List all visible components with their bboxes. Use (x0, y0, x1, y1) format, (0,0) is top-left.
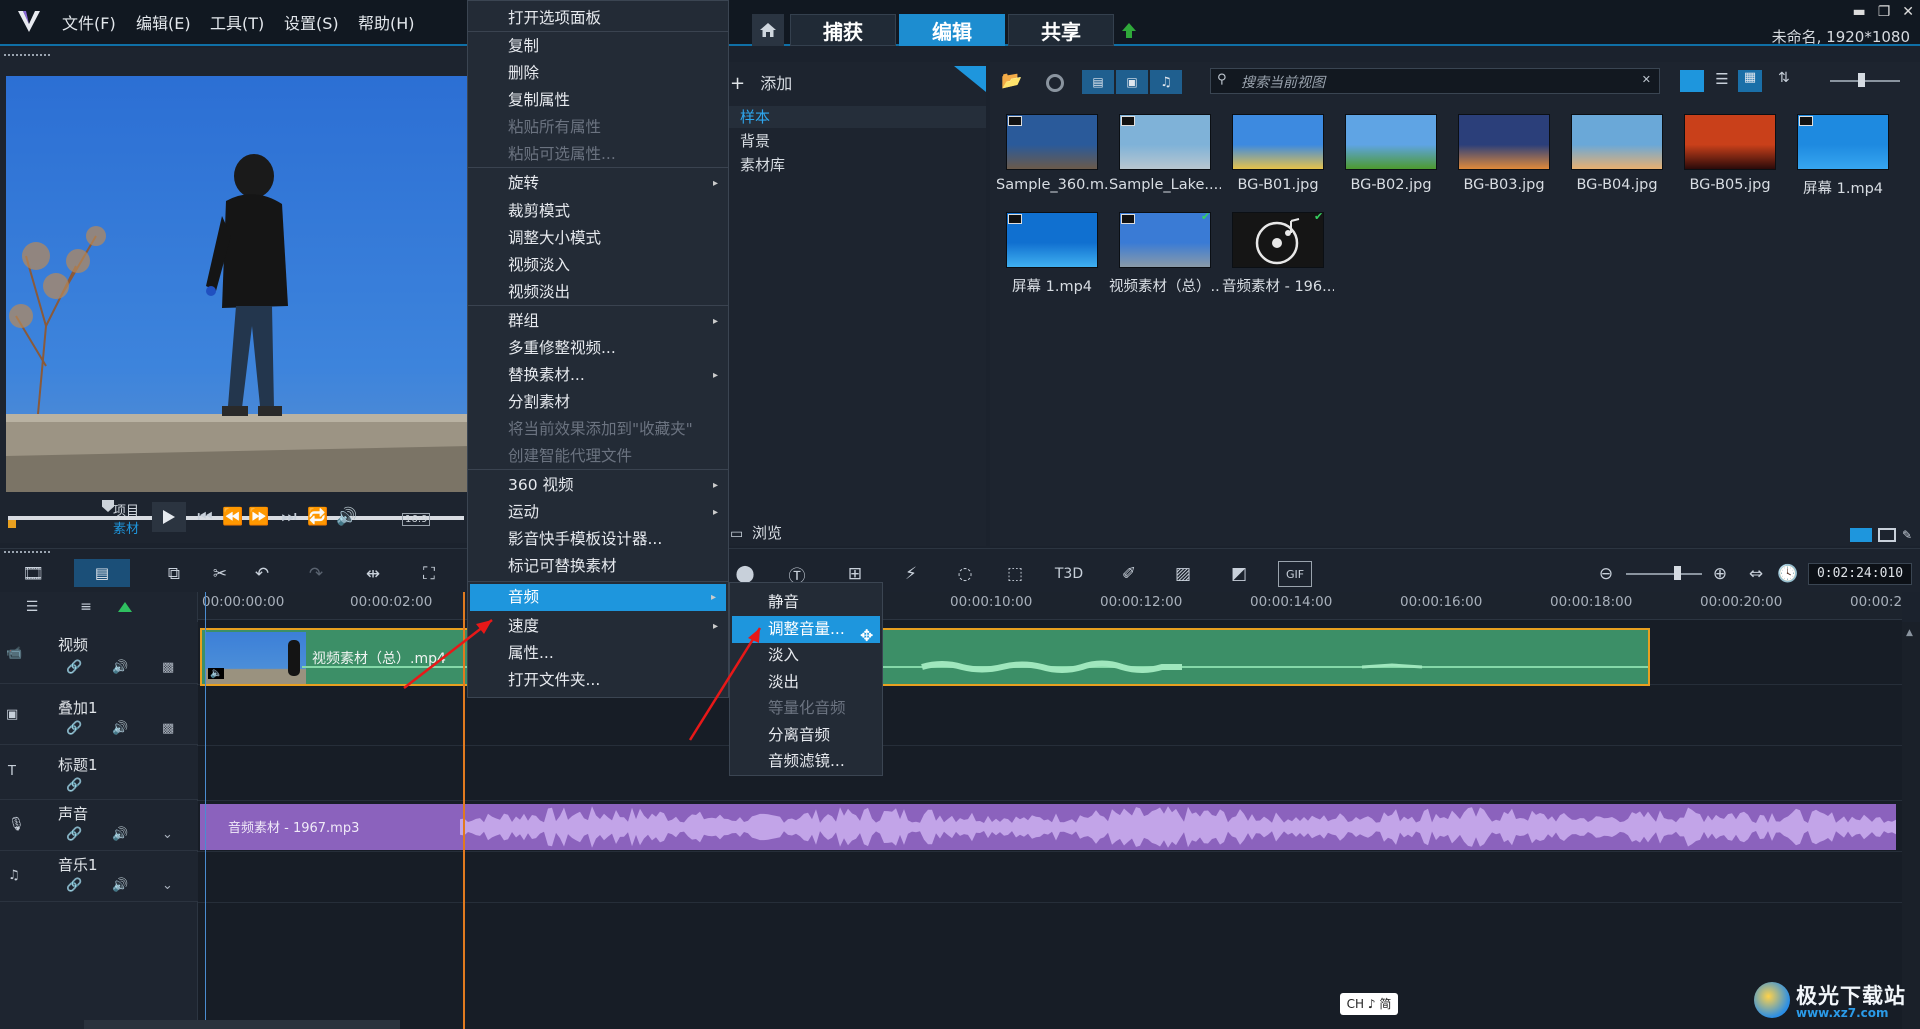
ime-indicator[interactable]: CH ♪ 简 (1340, 993, 1398, 1015)
annotation-arrows (403, 619, 762, 741)
watermark-url: www.xz7.com (1796, 1006, 1889, 1020)
move-cursor-icon: ✥ (860, 626, 874, 645)
watermark: 极光下载站 www.xz7.com (1750, 978, 1920, 1029)
bottom-scroll-strip[interactable] (84, 1020, 400, 1029)
watermark-logo (1754, 982, 1790, 1018)
